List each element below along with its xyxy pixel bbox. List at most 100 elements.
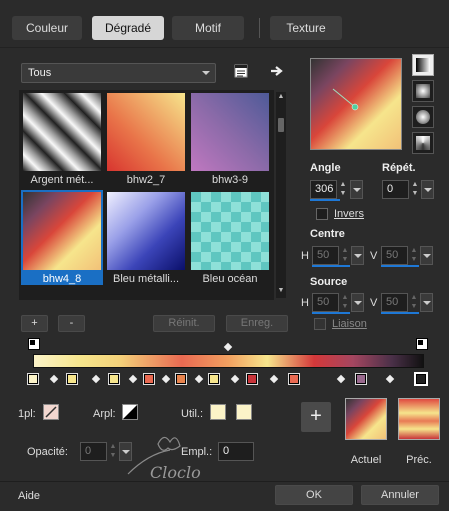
center-v-dropdown[interactable]: [420, 246, 433, 265]
sunburst-type-button[interactable]: [412, 106, 434, 128]
watermark-text: Cloclo: [150, 463, 201, 482]
color-midpoint[interactable]: [385, 374, 395, 384]
preset-scrollbar[interactable]: ▲ ▼: [276, 92, 286, 298]
scroll-down-icon[interactable]: ▼: [277, 287, 285, 294]
reset-button[interactable]: Réinit.: [153, 315, 215, 332]
cancel-button[interactable]: Annuler: [361, 485, 439, 505]
color-stop[interactable]: [208, 373, 220, 385]
color-midpoint[interactable]: [49, 374, 59, 384]
location-input[interactable]: 0: [218, 442, 254, 461]
preset-thumbnail: [107, 192, 185, 270]
color-midpoint[interactable]: [194, 374, 204, 384]
source-h-dropdown[interactable]: [351, 293, 364, 312]
previous-label: Préc.: [406, 454, 432, 466]
opacity-spinner[interactable]: ▲ ▼: [108, 442, 118, 461]
source-h-spinner[interactable]: ▲ ▼: [340, 293, 350, 312]
color-stop[interactable]: [108, 373, 120, 385]
color-midpoint[interactable]: [161, 374, 171, 384]
repeat-dropdown[interactable]: [421, 180, 434, 199]
previous-gradient-swatch[interactable]: [398, 398, 440, 440]
preset-thumbnail: [107, 93, 185, 171]
preset-item[interactable]: Bleu océan: [189, 190, 271, 285]
color-stop[interactable]: [175, 373, 187, 385]
color-midpoint[interactable]: [336, 374, 346, 384]
scroll-up-icon[interactable]: ▲: [277, 93, 285, 100]
center-label: Centre: [310, 228, 345, 240]
remove-preset-button[interactable]: -: [58, 315, 85, 332]
color-stop[interactable]: [288, 373, 300, 385]
linear-type-button[interactable]: [412, 54, 434, 76]
ok-button[interactable]: OK: [275, 485, 353, 505]
preset-item[interactable]: bhw2_7: [105, 91, 187, 186]
source-v-dropdown[interactable]: [420, 293, 433, 312]
opacity-stop-end[interactable]: [416, 338, 428, 350]
library-menu-icon[interactable]: [233, 63, 249, 79]
color-stop-selected[interactable]: [414, 372, 428, 386]
angle-dropdown[interactable]: [350, 180, 363, 199]
foreground-swatch[interactable]: [43, 404, 59, 420]
color-midpoint[interactable]: [230, 374, 240, 384]
add-preset-button[interactable]: +: [21, 315, 48, 332]
color-stop[interactable]: [66, 373, 78, 385]
color-midpoint[interactable]: [128, 374, 138, 384]
opacity-stop-start[interactable]: [28, 338, 40, 350]
invert-checkbox[interactable]: [316, 208, 328, 220]
tab-texture[interactable]: Texture: [270, 16, 342, 40]
color-midpoint[interactable]: [91, 374, 101, 384]
current-gradient-swatch: [345, 398, 387, 440]
preset-label: bhw3-9: [211, 174, 249, 186]
category-select[interactable]: Tous: [21, 63, 216, 83]
scroll-thumb[interactable]: [278, 118, 284, 132]
preset-item[interactable]: Bleu métalli...: [105, 190, 187, 285]
link-checkbox[interactable]: [314, 318, 326, 330]
center-v-input[interactable]: 50: [381, 246, 408, 265]
source-v-spinner[interactable]: ▲ ▼: [409, 293, 419, 312]
gradient-preview[interactable]: [310, 58, 402, 150]
color-stop[interactable]: [143, 373, 155, 385]
user-color-label: Util.:: [181, 408, 203, 420]
swap-plus-button[interactable]: +: [301, 402, 331, 432]
tab-couleur[interactable]: Couleur: [12, 16, 82, 40]
arrow-right-icon[interactable]: [269, 63, 285, 79]
help-button[interactable]: Aide: [18, 490, 40, 502]
user-color-swatch-2[interactable]: [236, 404, 252, 420]
save-preset-button[interactable]: Enreg.: [226, 315, 288, 332]
center-h-input[interactable]: 50: [312, 246, 339, 265]
preset-item[interactable]: Argent mét...: [21, 91, 103, 186]
preset-label: Argent mét...: [30, 174, 94, 186]
opacity-input[interactable]: 0: [80, 442, 107, 461]
source-v-input[interactable]: 50: [381, 293, 408, 312]
preset-item[interactable]: bhw3-9: [189, 91, 271, 186]
preset-thumbnail: [191, 192, 269, 270]
link-label: Liaison: [332, 318, 367, 330]
color-stop[interactable]: [246, 373, 258, 385]
angle-input[interactable]: 306: [310, 180, 337, 199]
repeat-label: Répét.: [382, 162, 416, 174]
source-h-input[interactable]: 50: [312, 293, 339, 312]
source-h-label: H: [301, 297, 309, 309]
center-h-dropdown[interactable]: [351, 246, 364, 265]
source-v-label: V: [370, 297, 378, 309]
repeat-spinner[interactable]: ▲ ▼: [410, 180, 420, 199]
user-color-swatch[interactable]: [210, 404, 226, 420]
center-h-spinner[interactable]: ▲ ▼: [340, 246, 350, 265]
color-midpoint[interactable]: [269, 374, 279, 384]
watermark-logo: Cloclo: [118, 424, 218, 484]
tab-degrade[interactable]: Dégradé: [92, 16, 164, 40]
radial-type-button[interactable]: [412, 132, 434, 154]
center-v-spinner[interactable]: ▲ ▼: [409, 246, 419, 265]
rectangular-type-button[interactable]: [412, 80, 434, 102]
tab-motif[interactable]: Motif: [172, 16, 244, 40]
repeat-input[interactable]: 0: [382, 180, 409, 199]
gradient-bar[interactable]: [33, 354, 424, 368]
angle-spinner[interactable]: ▲ ▼: [338, 180, 348, 199]
color-stop[interactable]: [355, 373, 367, 385]
angle-slider-fill: [310, 199, 340, 201]
preset-item-selected[interactable]: bhw4_8: [21, 190, 103, 285]
background-swatch[interactable]: [122, 404, 138, 420]
center-v-label: V: [370, 250, 378, 262]
category-select-value: Tous: [28, 67, 52, 79]
opacity-midpoint[interactable]: [223, 342, 233, 352]
center-v-slider-fill: [381, 265, 419, 267]
color-stop[interactable]: [27, 373, 39, 385]
